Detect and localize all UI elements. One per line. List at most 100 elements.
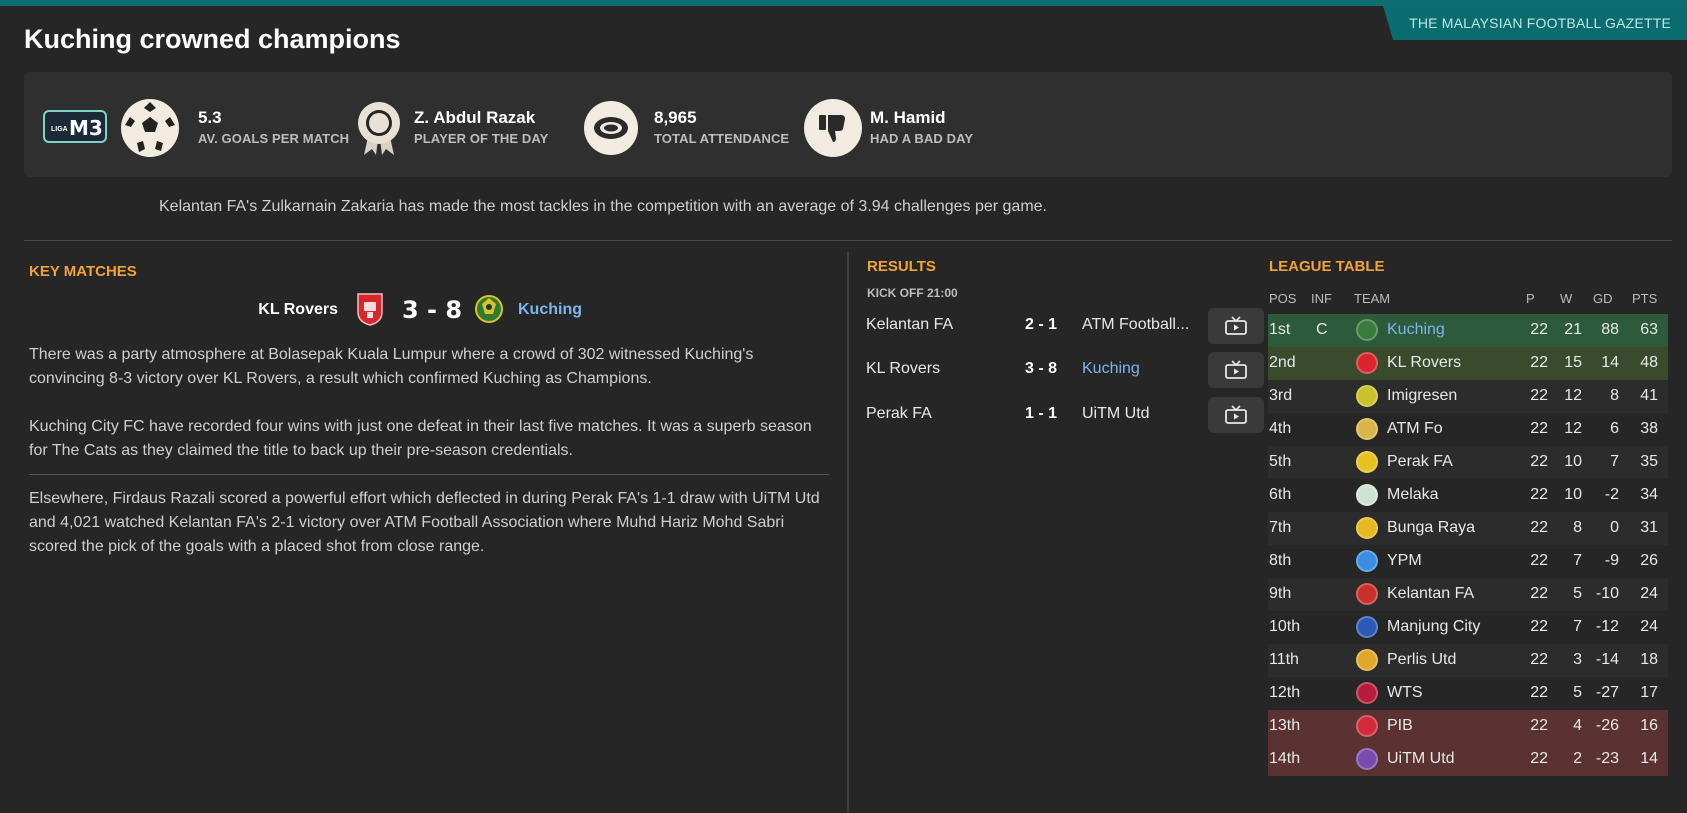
col-header-goal-difference[interactable]: GD bbox=[1593, 291, 1613, 306]
football-icon bbox=[121, 99, 179, 157]
table-row[interactable]: 13th PIB 22 4 -26 16 bbox=[1268, 710, 1668, 743]
tv-icon bbox=[1225, 360, 1247, 379]
table-team[interactable]: Imigresen bbox=[1387, 387, 1457, 405]
table-won: 21 bbox=[1564, 321, 1582, 338]
col-header-team[interactable]: TEAM bbox=[1354, 291, 1390, 306]
table-row[interactable]: 5th Perak FA 22 10 7 35 bbox=[1268, 446, 1668, 479]
stat-label-attendance: TOTAL ATTENDANCE bbox=[654, 131, 790, 146]
league-logo-small-text: LIGA bbox=[51, 126, 68, 133]
table-team[interactable]: Perak FA bbox=[1387, 453, 1453, 471]
team-crest-icon bbox=[1356, 649, 1378, 671]
table-goal-difference: -27 bbox=[1595, 684, 1619, 701]
col-header-pos[interactable]: POS bbox=[1269, 291, 1296, 306]
result-away-team[interactable]: UiTM Utd bbox=[1082, 405, 1206, 423]
result-row[interactable]: Kelantan FA 2 - 1 ATM Football... bbox=[866, 308, 1266, 344]
key-match-home-team[interactable]: KL Rovers bbox=[258, 301, 338, 319]
team-crest-icon bbox=[1356, 352, 1378, 374]
table-goal-difference: -12 bbox=[1595, 618, 1619, 635]
rosette-icon bbox=[350, 99, 408, 157]
table-team[interactable]: YPM bbox=[1387, 552, 1422, 570]
table-won: 3 bbox=[1573, 651, 1582, 668]
result-home-team[interactable]: Kelantan FA bbox=[866, 316, 953, 334]
table-played: 22 bbox=[1530, 684, 1548, 701]
table-row[interactable]: 1st C Kuching 22 21 88 63 bbox=[1268, 314, 1668, 347]
result-away-team[interactable]: ATM Football... bbox=[1082, 316, 1206, 334]
key-match-away-team[interactable]: Kuching bbox=[518, 301, 582, 319]
match-report-paragraph: Elsewhere, Firdaus Razali scored a power… bbox=[29, 490, 820, 555]
table-pos: 2nd bbox=[1269, 354, 1296, 371]
table-row[interactable]: 9th Kelantan FA 22 5 -10 24 bbox=[1268, 578, 1668, 611]
table-points: 14 bbox=[1640, 750, 1658, 767]
result-row[interactable]: Perak FA 1 - 1 UiTM Utd bbox=[866, 397, 1266, 433]
table-played: 22 bbox=[1530, 717, 1548, 734]
tv-icon bbox=[1225, 316, 1247, 335]
table-team[interactable]: PIB bbox=[1387, 717, 1413, 735]
key-match-scoreline[interactable]: KL Rovers 3 - 8 Kuching bbox=[0, 289, 846, 329]
col-header-points[interactable]: PTS bbox=[1632, 291, 1657, 306]
table-points: 16 bbox=[1640, 717, 1658, 734]
table-team[interactable]: Bunga Raya bbox=[1387, 519, 1475, 537]
table-points: 41 bbox=[1640, 387, 1658, 404]
result-home-team[interactable]: Perak FA bbox=[866, 405, 932, 423]
table-pos: 9th bbox=[1269, 585, 1292, 602]
table-won: 7 bbox=[1573, 618, 1582, 635]
table-pos: 8th bbox=[1269, 552, 1292, 569]
table-team[interactable]: KL Rovers bbox=[1387, 354, 1461, 372]
table-won: 4 bbox=[1573, 717, 1582, 734]
table-points: 24 bbox=[1640, 618, 1658, 635]
table-row[interactable]: 3rd Imigresen 22 12 8 41 bbox=[1268, 380, 1668, 413]
table-played: 22 bbox=[1530, 585, 1548, 602]
table-goal-difference: -14 bbox=[1595, 651, 1619, 668]
table-pos: 4th bbox=[1269, 420, 1292, 437]
table-row[interactable]: 8th YPM 22 7 -9 26 bbox=[1268, 545, 1668, 578]
table-row[interactable]: 4th ATM Fo 22 12 6 38 bbox=[1268, 413, 1668, 446]
table-won: 8 bbox=[1573, 519, 1582, 536]
result-home-team[interactable]: KL Rovers bbox=[866, 360, 940, 378]
stadium-icon bbox=[584, 101, 638, 155]
table-row[interactable]: 14th UiTM Utd 22 2 -23 14 bbox=[1268, 743, 1668, 776]
table-team[interactable]: WTS bbox=[1387, 684, 1423, 702]
table-points: 17 bbox=[1640, 684, 1658, 701]
table-team[interactable]: UiTM Utd bbox=[1387, 750, 1455, 768]
table-row[interactable]: 6th Melaka 22 10 -2 34 bbox=[1268, 479, 1668, 512]
result-away-team[interactable]: Kuching bbox=[1082, 360, 1206, 378]
team-crest-icon bbox=[1356, 616, 1378, 638]
team-crest-icon bbox=[1356, 583, 1378, 605]
table-pos: 10th bbox=[1269, 618, 1301, 635]
table-points: 63 bbox=[1640, 321, 1658, 338]
result-row[interactable]: KL Rovers 3 - 8 Kuching bbox=[866, 352, 1266, 388]
table-team[interactable]: Perlis Utd bbox=[1387, 651, 1456, 669]
table-row[interactable]: 12th WTS 22 5 -27 17 bbox=[1268, 677, 1668, 710]
table-pos: 1st bbox=[1269, 321, 1291, 338]
table-won: 5 bbox=[1573, 684, 1582, 701]
table-team[interactable]: Melaka bbox=[1387, 486, 1439, 504]
watch-highlights-button[interactable] bbox=[1208, 308, 1264, 344]
table-row[interactable]: 7th Bunga Raya 22 8 0 31 bbox=[1268, 512, 1668, 545]
col-header-inf[interactable]: INF bbox=[1311, 291, 1332, 306]
table-row[interactable]: 10th Manjung City 22 7 -12 24 bbox=[1268, 611, 1668, 644]
table-team[interactable]: Kelantan FA bbox=[1387, 585, 1474, 603]
gazette-banner: THE MALAYSIAN FOOTBALL GAZETTE bbox=[1383, 6, 1687, 40]
table-team[interactable]: Manjung City bbox=[1387, 618, 1480, 636]
table-row[interactable]: 11th Perlis Utd 22 3 -14 18 bbox=[1268, 644, 1668, 677]
table-played: 22 bbox=[1530, 453, 1548, 470]
table-points: 31 bbox=[1640, 519, 1658, 536]
table-points: 48 bbox=[1640, 354, 1658, 371]
table-team[interactable]: ATM Fo bbox=[1387, 420, 1443, 438]
result-score[interactable]: 2 - 1 bbox=[1016, 316, 1066, 334]
match-report-paragraph: Kuching City FC have recorded four wins … bbox=[29, 418, 812, 459]
col-header-won[interactable]: W bbox=[1560, 291, 1572, 306]
table-goal-difference: -2 bbox=[1604, 486, 1619, 503]
table-goal-difference: -26 bbox=[1595, 717, 1619, 734]
table-goal-difference: -10 bbox=[1595, 585, 1619, 602]
result-score[interactable]: 3 - 8 bbox=[1016, 360, 1066, 378]
col-header-played[interactable]: P bbox=[1526, 291, 1535, 306]
table-played: 22 bbox=[1530, 420, 1548, 437]
result-score[interactable]: 1 - 1 bbox=[1016, 405, 1066, 423]
watch-highlights-button[interactable] bbox=[1208, 397, 1264, 433]
table-played: 22 bbox=[1530, 519, 1548, 536]
table-played: 22 bbox=[1530, 486, 1548, 503]
table-team[interactable]: Kuching bbox=[1387, 321, 1445, 339]
watch-highlights-button[interactable] bbox=[1208, 352, 1264, 388]
table-row[interactable]: 2nd KL Rovers 22 15 14 48 bbox=[1268, 347, 1668, 380]
